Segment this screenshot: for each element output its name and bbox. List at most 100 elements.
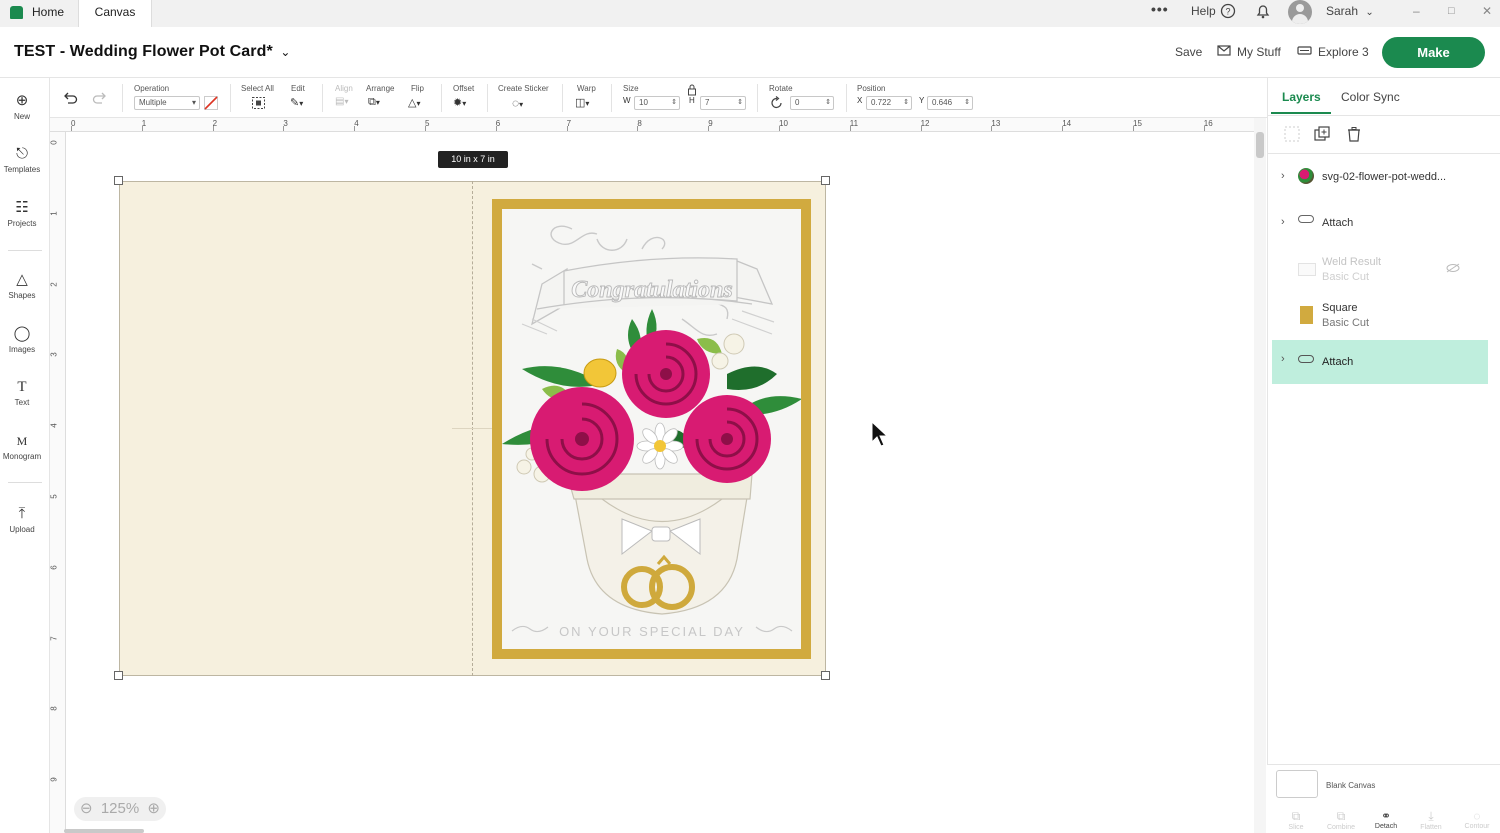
tab-divider [1268,115,1500,116]
zoom-in-icon[interactable]: ⊕ [147,797,160,821]
chevron-right-icon[interactable]: › [1281,170,1285,182]
x-position-value: 0.722 [871,98,892,107]
flip-menu[interactable]: △▾ [408,96,420,110]
scrollbar-thumb[interactable] [1256,132,1264,158]
layer-row[interactable]: Weld Result Basic Cut [1272,254,1488,294]
chevron-right-icon[interactable]: › [1281,216,1285,228]
sidebar-item-monogram[interactable]: M Monogram [0,433,44,461]
ruler-tick-label: 8 [49,706,59,712]
resize-handle[interactable] [821,671,830,680]
duplicate-icon[interactable] [1314,126,1330,142]
flatten-button[interactable]: ⤓ Flatten [1415,809,1447,831]
select-all-icon[interactable] [251,96,267,110]
operation-select[interactable]: Multiple ▾ [134,96,200,110]
zoom-out-icon[interactable]: ⊖ [80,797,93,821]
detach-icon: ⚭ [1380,809,1392,823]
edit-menu[interactable]: ✎▾ [290,96,303,110]
zoom-control[interactable]: ⊖ 125% ⊕ [74,797,166,821]
sidebar-item-label: Templates [3,165,41,174]
sidebar-item-templates[interactable]: ⎋ Templates [0,146,44,175]
sidebar-item-images[interactable]: ◯ Images [0,326,44,355]
ruler-tick [637,126,639,131]
x-position-input[interactable]: 0.722 ⇕ [866,96,912,110]
contour-button[interactable]: ◌ Contour [1459,809,1495,830]
redo-icon[interactable] [92,91,108,105]
layer-name: Attach [1322,217,1354,229]
slice-label: Slice [1288,824,1304,831]
bell-icon[interactable] [1255,3,1271,19]
help-button[interactable]: Help ? [1191,0,1236,27]
layer-name: Weld Result Basic Cut [1322,256,1381,283]
resize-handle[interactable] [821,176,830,185]
avatar[interactable] [1288,0,1312,24]
machine-label: Explore 3 [1318,45,1369,59]
user-name: Sarah [1326,4,1359,18]
minimize-window-button[interactable]: – [1413,0,1420,27]
mouse-cursor-icon [871,420,889,447]
layer-thumbnail [1300,306,1313,324]
sidebar-item-projects[interactable]: ☷ Projects [0,200,44,229]
width-label: W [623,96,631,105]
offset-menu[interactable]: ✹▾ [453,96,466,110]
ruler-tick [425,126,426,131]
layer-row[interactable]: › svg-02-flower-pot-wedd... [1272,168,1488,192]
create-sticker-menu[interactable]: ◌▾ [512,96,523,110]
more-options-button[interactable]: ••• [1151,0,1169,27]
sidebar-item-shapes[interactable]: △ Shapes [0,272,44,301]
sidebar-item-text[interactable]: T Text [0,379,44,407]
y-position-value: 0.646 [932,98,953,107]
arrange-menu[interactable]: ⧉▾ [368,96,380,110]
resize-handle[interactable] [114,176,123,185]
lock-icon[interactable] [687,84,697,96]
no-color-swatch[interactable] [204,96,218,110]
ruler-tick [354,126,356,131]
y-position-input[interactable]: 0.646 ⇕ [927,96,973,110]
rotate-input[interactable]: 0 ⇕ [790,96,834,110]
tab-layers[interactable]: Layers [1282,90,1321,104]
sidebar-item-label: Text [14,398,30,407]
chevron-down-icon: ⌄ [1365,7,1374,18]
close-window-button[interactable]: ✕ [1482,0,1492,27]
group-icon[interactable] [1284,126,1300,142]
layer-row[interactable]: Square Basic Cut [1272,300,1488,340]
warp-menu[interactable]: ◫▾ [575,96,589,110]
caret-down-icon: ▾ [191,98,196,107]
tab-color-sync[interactable]: Color Sync [1341,90,1400,104]
hidden-eye-icon[interactable] [1446,263,1460,273]
trash-icon[interactable] [1346,126,1362,142]
blank-canvas-swatch[interactable] [1276,770,1318,798]
panel-scrollbar[interactable] [1493,156,1499,756]
save-button[interactable]: Save [1175,45,1202,59]
width-input[interactable]: 10 ⇕ [634,96,680,110]
combine-button[interactable]: ⧉ Combine [1321,809,1361,831]
contour-icon: ◌ [1473,809,1481,823]
x-label: X [857,96,863,105]
my-stuff-button[interactable]: My Stuff [1217,45,1281,59]
project-title[interactable]: TEST - Wedding Flower Pot Card* ⌄ [14,43,291,61]
detach-button[interactable]: ⚭ Detach [1371,809,1401,830]
sidebar-item-new[interactable]: ⊕ New [0,93,44,122]
maximize-window-button[interactable]: □ [1448,0,1455,27]
user-menu[interactable]: Sarah ⌄ [1326,0,1374,27]
resize-handle[interactable] [114,671,123,680]
ruler-tick-label: 9 [49,777,59,782]
ruler-tick-label: 10 [779,119,788,128]
horizontal-scrollbar-thumb[interactable] [64,829,144,833]
height-label: H [689,96,695,105]
sidebar-item-upload[interactable]: ⤒ Upload [0,506,44,535]
undo-icon[interactable] [62,91,78,105]
card-artwork[interactable]: Congratulations ON YOUR SPECIAL DAY [502,209,801,649]
tab-canvas[interactable]: Canvas [78,0,152,27]
chevron-right-icon[interactable]: › [1281,353,1285,365]
height-input[interactable]: 7 ⇕ [700,96,746,110]
vertical-scrollbar[interactable] [1254,118,1266,833]
ruler-tick [1133,126,1134,131]
layer-row-selected[interactable]: › Attach [1272,340,1488,384]
align-menu[interactable]: ▤▾ [335,96,348,110]
layer-row[interactable]: › Attach [1272,214,1488,238]
machine-selector[interactable]: Explore 3 [1297,45,1369,59]
make-button[interactable]: Make [1382,37,1485,68]
slice-button[interactable]: ⧉ Slice [1281,809,1311,831]
tab-home[interactable]: Home [0,0,78,27]
ruler-tick [283,126,285,131]
